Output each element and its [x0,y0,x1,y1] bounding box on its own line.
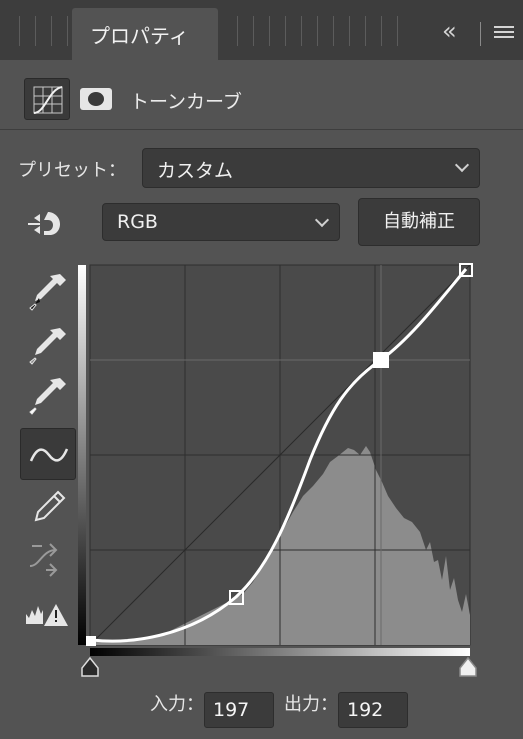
channel-value: RGB [117,211,158,233]
curve-point-selected[interactable] [373,352,389,368]
input-gradient-bar [90,648,470,656]
input-value-field[interactable]: 197 [204,692,274,728]
layer-mask-icon[interactable] [80,88,112,110]
collapsed-tabs-right[interactable] [222,16,398,46]
smooth-curve-icon[interactable] [20,534,76,586]
black-point-eyedropper-icon[interactable] [20,266,76,318]
input-label: 入力： [150,694,204,715]
tab-properties[interactable]: プロパティ [72,8,218,60]
output-value-field[interactable]: 192 [338,692,408,728]
channel-dropdown[interactable]: RGB [102,203,340,241]
curves-adjustment-icon[interactable] [24,78,70,120]
pencil-draw-icon[interactable] [20,482,76,534]
curves-svg[interactable] [78,260,478,680]
preset-dropdown[interactable]: カスタム [142,148,480,188]
collapse-panel-icon[interactable]: « [442,19,457,43]
tab-divider [480,22,481,46]
clipping-warning-icon[interactable] [20,592,76,644]
panel-menu-icon[interactable] [494,26,514,40]
gray-point-eyedropper-icon[interactable] [20,320,76,372]
output-label: 出力： [284,694,338,715]
curve-point-black[interactable] [86,636,96,646]
preset-value: カスタム [157,160,234,182]
collapsed-tabs-left[interactable] [4,16,68,46]
output-gradient-bar [78,265,86,645]
curves-graph[interactable] [78,260,478,680]
preset-label: プリセット： [18,160,126,181]
curve-points-tool-icon[interactable] [20,428,76,480]
header-divider [0,129,523,130]
white-input-slider[interactable] [459,656,477,677]
chevron-down-icon [454,157,470,173]
tab-properties-label: プロパティ [90,24,189,48]
on-image-adjust-hand-icon[interactable] [26,208,70,240]
panel-tab-bar: プロパティ « [0,0,523,60]
black-input-slider[interactable] [81,656,99,677]
chevron-down-icon [314,212,330,228]
panel-title: トーンカーブ [130,91,242,113]
white-point-eyedropper-icon[interactable] [20,370,76,422]
auto-button[interactable]: 自動補正 [358,198,480,246]
